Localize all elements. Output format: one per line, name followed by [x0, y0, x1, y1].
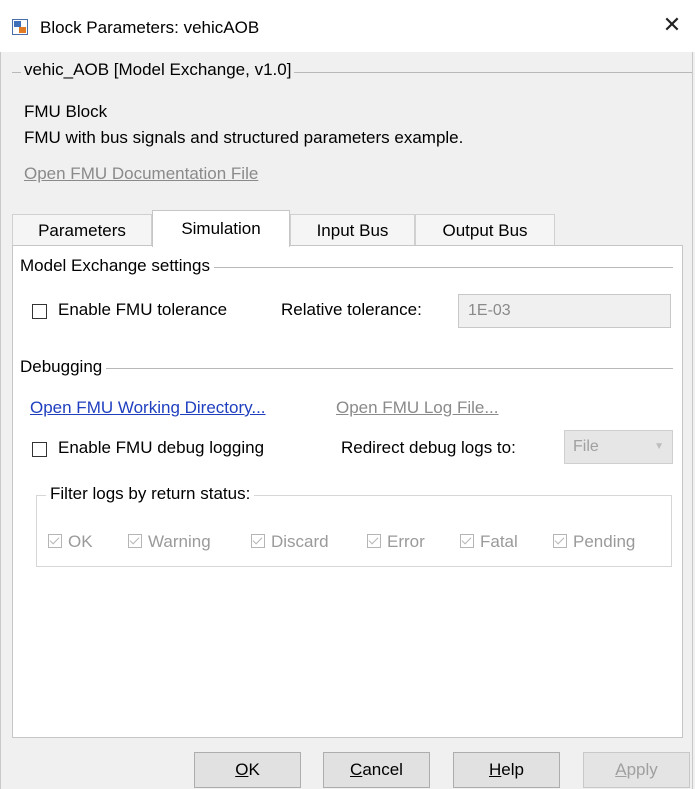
open-documentation-link[interactable]: Open FMU Documentation File [24, 164, 258, 184]
redirect-logs-value: File [573, 438, 599, 455]
checkmark-icon [553, 534, 567, 548]
simulink-block-icon [12, 19, 28, 35]
filter-fatal-label: Fatal [480, 532, 518, 551]
redirect-logs-label: Redirect debug logs to: [341, 438, 516, 457]
tab-parameters[interactable]: Parameters [12, 214, 152, 246]
filter-warning-label: Warning [148, 532, 211, 551]
checkmark-icon [48, 534, 62, 548]
ok-accel: O [235, 760, 249, 779]
filter-error-label: Error [387, 532, 425, 551]
filter-warning-checkbox[interactable]: Warning [128, 532, 211, 552]
description-group-title: vehic_AOB [Model Exchange, v1.0] [21, 60, 295, 80]
help-label-rest: elp [501, 760, 524, 779]
filter-fatal-checkbox[interactable]: Fatal [460, 532, 518, 552]
apply-label-rest: pply [626, 760, 658, 779]
block-type-label: FMU Block [24, 102, 108, 121]
filter-logs-group [36, 495, 672, 567]
checkmark-icon [367, 534, 381, 548]
tab-input-bus[interactable]: Input Bus [290, 214, 415, 246]
debugging-section-title: Debugging [20, 357, 107, 377]
enable-debug-logging-label[interactable]: Enable FMU debug logging [58, 438, 264, 458]
enable-debug-logging-checkbox[interactable] [32, 442, 47, 457]
checkmark-icon [460, 534, 474, 548]
block-description: FMU with bus signals and structured para… [24, 128, 464, 147]
enable-fmu-tolerance-label[interactable]: Enable FMU tolerance [58, 300, 227, 320]
model-exchange-section-title: Model Exchange settings [20, 256, 214, 276]
title-bar: Block Parameters: vehicAOB ✕ [0, 0, 695, 52]
filter-ok-label: OK [68, 532, 93, 551]
checkmark-icon [251, 534, 265, 548]
filter-discard-checkbox[interactable]: Discard [251, 532, 329, 552]
block-parameters-dialog: Block Parameters: vehicAOB ✕ vehic_AOB [… [0, 0, 695, 789]
chevron-down-icon: ▼ [654, 441, 664, 452]
cancel-button[interactable]: Cancel [323, 752, 430, 788]
relative-tolerance-label: Relative tolerance: [281, 300, 422, 319]
apply-button[interactable]: Apply [583, 752, 690, 788]
cancel-label-rest: ancel [362, 760, 403, 779]
filter-ok-checkbox[interactable]: OK [48, 532, 93, 552]
enable-fmu-tolerance-checkbox[interactable] [32, 304, 47, 319]
open-log-file-link[interactable]: Open FMU Log File... [336, 398, 499, 418]
filter-error-checkbox[interactable]: Error [367, 532, 425, 552]
relative-tolerance-field[interactable]: 1E-03 [458, 294, 671, 328]
ok-button[interactable]: OK [194, 752, 301, 788]
tab-output-bus[interactable]: Output Bus [415, 214, 555, 246]
filter-logs-title: Filter logs by return status: [46, 484, 255, 504]
filter-discard-label: Discard [271, 532, 329, 551]
filter-pending-label: Pending [573, 532, 636, 551]
window-border-right [692, 52, 693, 789]
redirect-logs-dropdown[interactable]: File ▼ [564, 430, 673, 464]
debugging-divider [20, 368, 673, 369]
help-accel: H [489, 760, 502, 779]
open-working-directory-link[interactable]: Open FMU Working Directory... [30, 398, 266, 418]
help-button[interactable]: Help [453, 752, 560, 788]
close-icon[interactable]: ✕ [661, 14, 683, 36]
apply-accel: A [615, 760, 627, 779]
cancel-accel: C [350, 760, 363, 779]
window-border-left [0, 52, 1, 789]
tab-simulation[interactable]: Simulation [152, 210, 290, 247]
window-title: Block Parameters: vehicAOB [40, 18, 260, 37]
filter-pending-checkbox[interactable]: Pending [553, 532, 635, 552]
ok-label-rest: K [248, 760, 260, 779]
checkmark-icon [128, 534, 142, 548]
